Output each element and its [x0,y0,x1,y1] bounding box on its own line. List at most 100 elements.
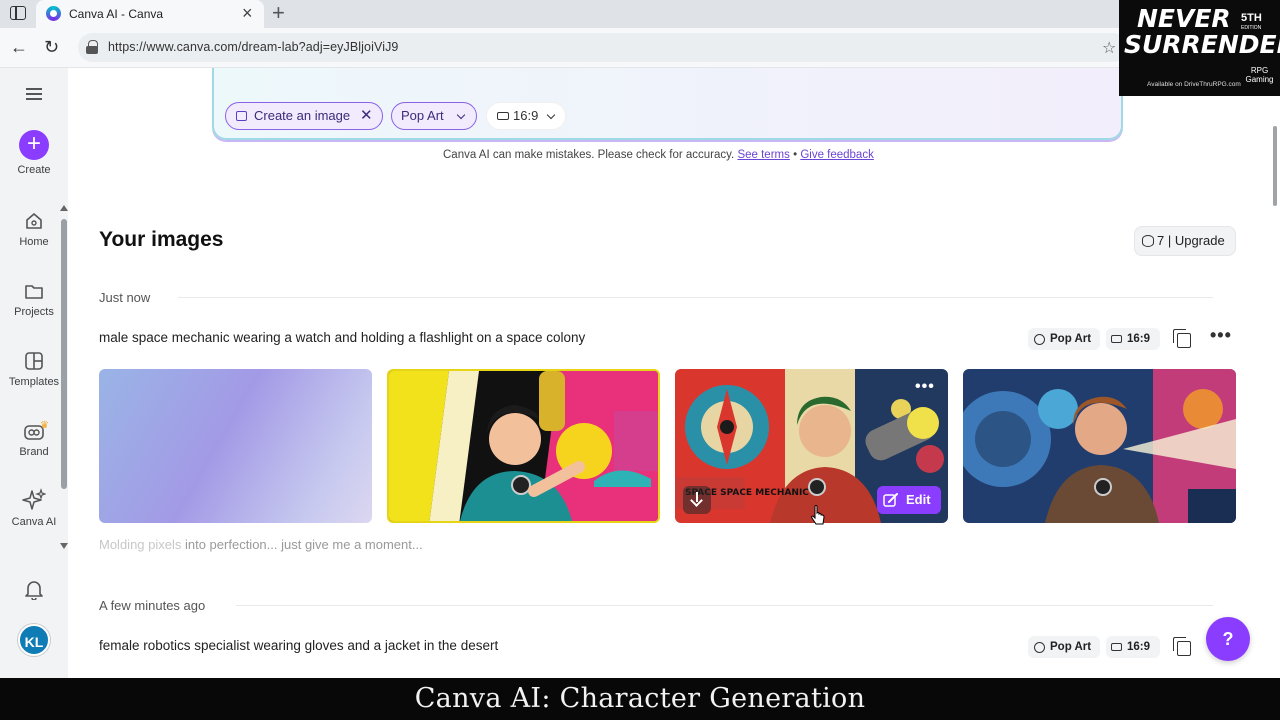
style-tag-label: Pop Art [1050,333,1092,345]
tab-close-icon[interactable]: × [242,3,253,23]
ratio-dropdown-label: 16:9 [513,108,539,123]
back-arrow-icon[interactable]: ← [10,36,28,58]
logo-edition-number: 5TH [1241,12,1262,24]
create-image-chip-label: Create an image [254,108,351,123]
sidebar-label-projects: Projects [14,306,54,318]
generated-image-1[interactable] [387,369,660,523]
page-title: Your images [99,228,224,251]
sparkle-icon [22,488,46,510]
sidebar-item-canva-ai[interactable]: Canva AI [0,488,68,528]
ratio-dropdown[interactable]: 16:9 [486,102,566,130]
loading-status-text: Molding pixels into perfection... just g… [99,537,423,552]
image-loading-placeholder [99,369,372,523]
sidebar-label-create: Create [17,164,51,176]
reload-icon[interactable]: ↻ [44,36,59,58]
close-icon[interactable]: ✕ [360,103,373,129]
prompt-text: male space mechanic wearing a watch and … [99,330,586,345]
scrollbar-thumb[interactable] [61,219,67,489]
window-menu-icon[interactable] [10,6,26,20]
chevron-down-icon [546,110,556,120]
image-icon [236,111,247,121]
see-terms-link[interactable]: See terms [737,149,789,161]
lock-icon [86,40,98,54]
generated-image-3[interactable] [963,369,1236,523]
more-options-icon[interactable]: ••• [1210,325,1232,346]
sidebar-label-home: Home [19,236,49,248]
screen: Canva AI - Canva × + ← ↻ https://www.can… [0,0,1280,720]
video-caption-bar: Canva AI: Character Generation [0,678,1280,720]
palette-icon [1034,334,1045,345]
plus-icon: + [19,130,49,160]
divider [236,605,1213,606]
sidebar-item-home[interactable]: Home [0,210,68,248]
scroll-down-icon[interactable] [60,543,68,549]
video-caption: Canva AI: Character Generation [414,683,866,714]
ratio-tag: 16:9 [1106,328,1160,350]
help-button[interactable]: ? [1206,617,1250,661]
palette-icon [1034,642,1045,653]
time-label: Just now [99,290,151,305]
sidebar-item-account[interactable]: KL [0,624,68,656]
bell-icon [25,581,43,600]
crown-icon: ♛ [40,420,49,431]
ratio-tag: 16:9 [1106,636,1160,658]
browser-tab-bar: Canva AI - Canva × + [0,0,1280,28]
style-tag: Pop Art [1028,636,1100,658]
loading-status-rest: into perfection... just give me a moment… [181,537,423,552]
sidebar-label-canva-ai: Canva AI [11,516,57,528]
page-scrollbar[interactable] [1272,96,1278,676]
disclaimer: Canva AI can make mistakes. Please check… [443,149,874,161]
image-content-3 [963,369,1236,523]
left-sidebar: + Create Home Projects Templates ♛ Brand… [0,68,68,678]
sidebar-item-brand[interactable]: ♛ Brand [0,420,68,458]
hamburger-menu-icon[interactable] [26,88,42,100]
sidebar-item-create[interactable]: + Create [0,130,68,176]
page-scrollbar-thumb[interactable] [1273,126,1277,206]
copy-prompt-icon[interactable] [1173,637,1191,656]
aspect-ratio-icon [497,112,509,120]
url-text: https://www.canva.com/dream-lab?adj=eyJB… [108,40,399,54]
bookmark-star-icon[interactable]: ☆ [1102,38,1116,58]
disclaimer-separator: • [793,149,798,161]
ratio-tag-label: 16:9 [1127,641,1151,653]
new-tab-icon[interactable]: + [272,0,285,26]
image-more-options-icon[interactable]: ••• [915,378,935,396]
never-surrender-logo: NEVER 5TH EDITION SURRENDER RPG Gaming A… [1119,0,1280,96]
logo-line-1: NEVER [1137,4,1231,33]
address-bar: ← ↻ https://www.canva.com/dream-lab?adj=… [0,28,1280,68]
canva-favicon-icon [46,6,61,21]
logo-subtitle: RPG Gaming [1245,66,1274,84]
credits-icon [1142,235,1154,247]
prompt-text: female robotics specialist wearing glove… [99,638,499,653]
sidebar-scrollbar[interactable] [60,205,68,550]
pencil-icon [883,493,898,507]
copy-prompt-icon[interactable] [1173,329,1191,348]
home-icon [26,213,42,229]
scroll-up-icon[interactable] [60,205,68,211]
style-dropdown[interactable]: Pop Art [391,102,477,130]
create-image-chip[interactable]: Create an image ✕ [225,102,383,130]
aspect-ratio-icon [1111,643,1122,651]
image-content-1 [389,371,658,521]
style-dropdown-label: Pop Art [401,108,444,123]
upgrade-button[interactable]: 7 | Upgrade [1134,226,1236,256]
sidebar-item-projects[interactable]: Projects [0,280,68,318]
time-label: A few minutes ago [99,598,206,613]
divider [178,297,1213,298]
chevron-down-icon [456,110,466,120]
tab-title: Canva AI - Canva [69,7,164,21]
loading-status-dim: Molding pixels [99,537,182,552]
sidebar-item-templates[interactable]: Templates [0,350,68,388]
edit-button[interactable]: Edit [877,486,941,514]
logo-line-2: SURRENDER [1124,30,1280,59]
edit-button-label: Edit [906,492,931,507]
templates-icon [25,352,43,370]
sidebar-item-notifications[interactable] [0,578,68,600]
give-feedback-link[interactable]: Give feedback [800,149,874,161]
folder-icon [25,285,43,299]
style-tag-label: Pop Art [1050,641,1092,653]
ratio-tag-label: 16:9 [1127,333,1151,345]
download-icon[interactable] [683,486,711,514]
url-field[interactable]: https://www.canva.com/dream-lab?adj=eyJB… [78,33,1128,62]
browser-tab[interactable]: Canva AI - Canva × [36,0,264,28]
